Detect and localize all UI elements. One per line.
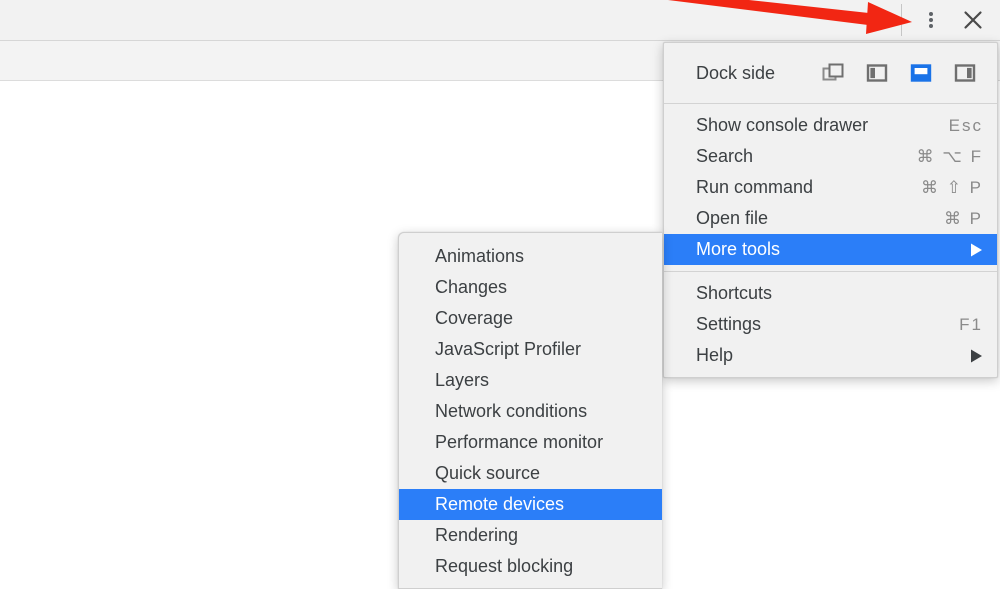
submenu-item-remote-devices[interactable]: Remote devices <box>399 489 662 520</box>
menu-item-label: Open file <box>696 208 769 228</box>
menu-item-label: Show console drawer <box>696 115 869 135</box>
menu-item-open-file[interactable]: Open file ⌘ P <box>664 203 997 234</box>
menu-item-run-command[interactable]: Run command ⌘ ⇧ P <box>664 172 997 203</box>
kebab-dot <box>929 24 933 28</box>
menu-item-shortcut: ⌘ ⇧ P <box>920 177 983 197</box>
menu-item-label: Run command <box>696 177 814 197</box>
submenu-item-label: Quick source <box>435 463 541 483</box>
submenu-item-label: Coverage <box>435 308 514 328</box>
submenu-item-layers[interactable]: Layers <box>399 365 662 396</box>
dock-side-buttons <box>821 61 977 85</box>
menu-item-help[interactable]: Help <box>664 340 997 371</box>
menu-separator <box>664 103 997 104</box>
submenu-item-quick-source[interactable]: Quick source <box>399 458 662 489</box>
menu-item-shortcut: Esc <box>948 115 983 135</box>
menu-separator <box>664 271 997 272</box>
dock-right-icon[interactable] <box>953 61 977 85</box>
submenu-item-animations[interactable]: Animations <box>399 241 662 272</box>
kebab-dot <box>929 18 933 22</box>
menu-item-label: Help <box>696 345 734 365</box>
kebab-menu-icon[interactable] <box>914 3 948 37</box>
menu-item-search[interactable]: Search ⌘ ⌥ F <box>664 141 997 172</box>
submenu-item-performance-monitor[interactable]: Performance monitor <box>399 427 662 458</box>
submenu-item-request-blocking[interactable]: Request blocking <box>399 551 662 582</box>
menu-item-shortcut: F1 <box>959 314 983 334</box>
submenu-item-label: Performance monitor <box>435 432 604 452</box>
menu-item-more-tools[interactable]: More tools <box>664 234 997 265</box>
more-tools-submenu: Animations Changes Coverage JavaScript P… <box>398 232 662 589</box>
submenu-item-label: Layers <box>435 370 490 390</box>
undock-window-icon[interactable] <box>821 61 845 85</box>
toolbar-separator <box>901 4 902 36</box>
menu-item-shortcuts[interactable]: Shortcuts <box>664 278 997 309</box>
menu-item-settings[interactable]: Settings F1 <box>664 309 997 340</box>
submenu-item-label: Remote devices <box>435 494 565 514</box>
submenu-item-label: Animations <box>435 246 525 266</box>
devtools-top-toolbar <box>0 0 1000 41</box>
menu-item-shortcut: ⌘ ⌥ F <box>916 146 983 166</box>
submenu-item-rendering[interactable]: Rendering <box>399 520 662 551</box>
dock-side-row: Dock side <box>664 49 997 97</box>
menu-item-label: Settings <box>696 314 762 334</box>
dock-left-icon[interactable] <box>865 61 889 85</box>
submenu-item-label: Request blocking <box>435 556 574 576</box>
submenu-item-network-conditions[interactable]: Network conditions <box>399 396 662 427</box>
menu-item-shortcut: ⌘ P <box>943 208 983 228</box>
submenu-item-label: JavaScript Profiler <box>435 339 582 359</box>
chevron-right-icon <box>946 243 983 257</box>
close-icon[interactable] <box>956 3 990 37</box>
submenu-item-coverage[interactable]: Coverage <box>399 303 662 334</box>
dock-side-label: Dock side <box>696 62 776 83</box>
menu-item-show-console-drawer[interactable]: Show console drawer Esc <box>664 110 997 141</box>
chevron-right-icon <box>946 349 983 363</box>
dock-bottom-icon[interactable] <box>909 61 933 85</box>
kebab-dot <box>929 12 933 16</box>
submenu-item-label: Changes <box>435 277 508 297</box>
submenu-item-javascript-profiler[interactable]: JavaScript Profiler <box>399 334 662 365</box>
menu-item-label: Shortcuts <box>696 283 773 303</box>
submenu-item-label: Network conditions <box>435 401 588 421</box>
submenu-item-changes[interactable]: Changes <box>399 272 662 303</box>
menu-item-label: More tools <box>696 239 781 259</box>
menu-item-label: Search <box>696 146 754 166</box>
submenu-item-label: Rendering <box>435 525 519 545</box>
devtools-main-menu: Dock side Show console drawer Esc Search… <box>663 42 998 378</box>
